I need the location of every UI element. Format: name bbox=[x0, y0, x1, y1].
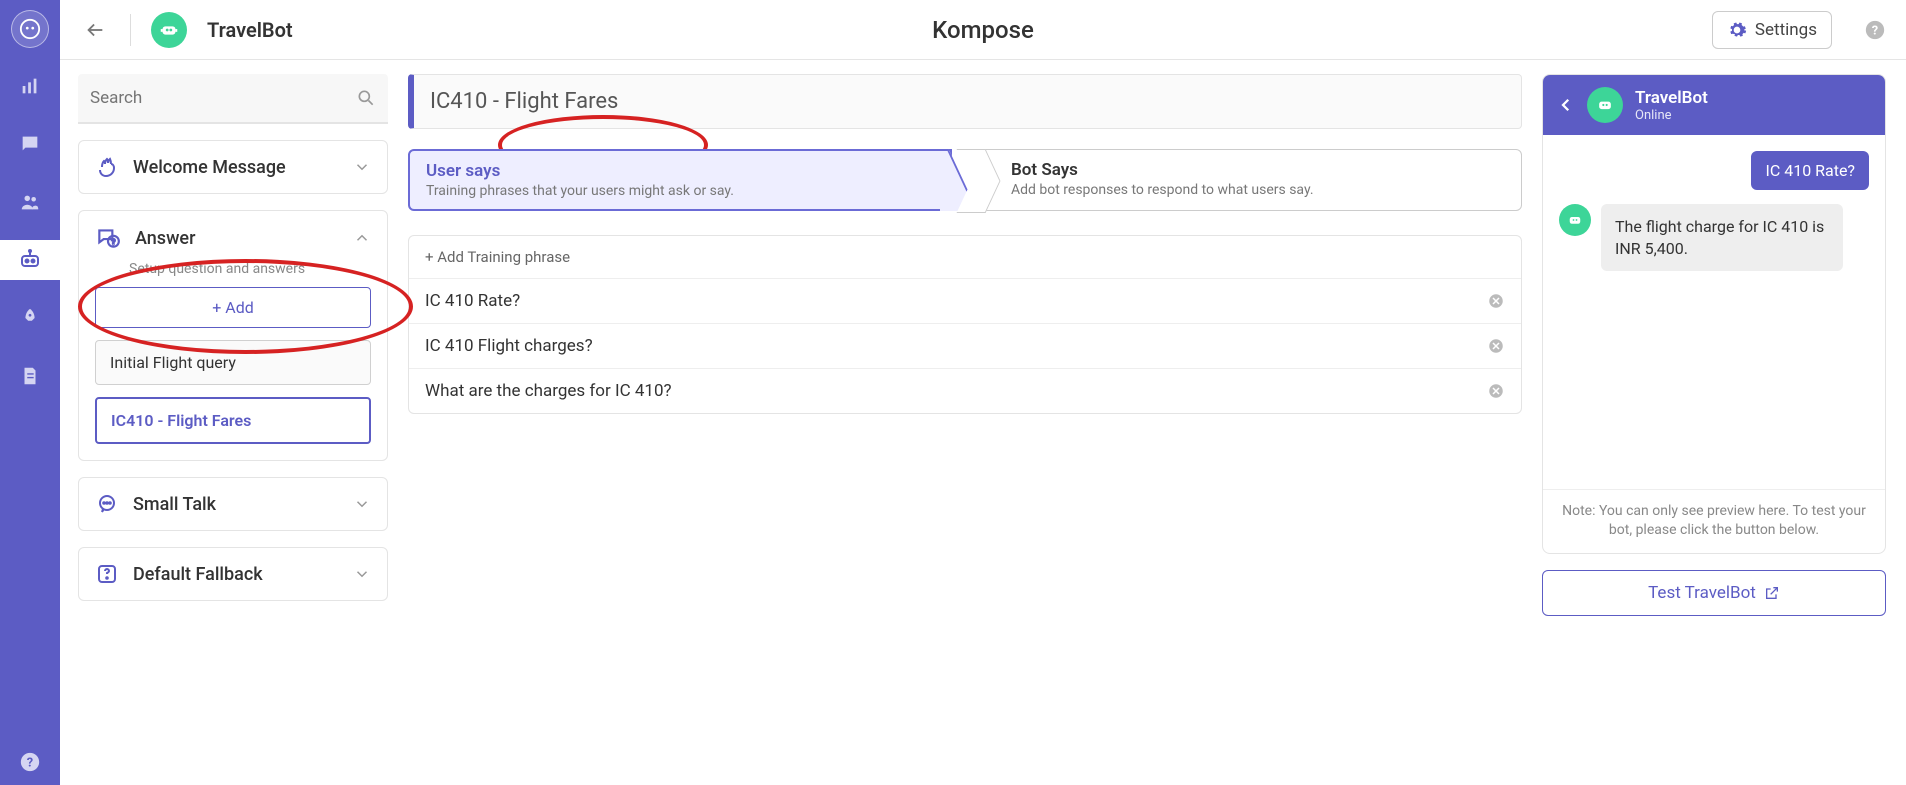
chevron-down-icon bbox=[353, 495, 371, 513]
training-text: IC 410 Rate? bbox=[425, 291, 520, 311]
delete-icon[interactable] bbox=[1487, 337, 1505, 355]
add-training-phrase[interactable]: + Add Training phrase bbox=[409, 236, 1521, 279]
intent-sidebar: Welcome Message ? Answer Setup question … bbox=[78, 74, 388, 771]
answer-card: ? Answer Setup question and answers + Ad… bbox=[78, 210, 388, 461]
chat-bot-status: Online bbox=[1635, 108, 1708, 123]
builder-panel: User says Training phrases that your use… bbox=[408, 74, 1522, 771]
bot-tab-subtitle: Add bot responses to respond to what use… bbox=[1011, 182, 1505, 198]
help-icon[interactable]: ? bbox=[1864, 19, 1886, 41]
left-nav-rail: ? bbox=[0, 0, 60, 785]
back-button[interactable] bbox=[80, 15, 110, 45]
bot-tab-title: Bot Says bbox=[1011, 160, 1505, 180]
nav-analytics[interactable] bbox=[10, 66, 50, 106]
intent-item[interactable]: Initial Flight query bbox=[95, 340, 371, 385]
svg-text:?: ? bbox=[1872, 23, 1878, 38]
chat-preview: TravelBot Online IC 410 Rate? The flight… bbox=[1542, 74, 1886, 554]
training-text: IC 410 Flight charges? bbox=[425, 336, 593, 356]
step-tabs: User says Training phrases that your use… bbox=[408, 149, 1522, 211]
wave-icon bbox=[95, 155, 119, 179]
nav-rocket[interactable] bbox=[10, 298, 50, 338]
search-icon bbox=[356, 88, 376, 108]
smalltalk-card[interactable]: Small Talk bbox=[78, 477, 388, 531]
top-bar: TravelBot Kompose Settings ? bbox=[60, 0, 1906, 60]
fallback-card[interactable]: Default Fallback bbox=[78, 547, 388, 601]
training-text: What are the charges for IC 410? bbox=[425, 381, 672, 401]
nav-doc[interactable] bbox=[10, 356, 50, 396]
training-phrases-box: + Add Training phrase IC 410 Rate? IC 41… bbox=[408, 235, 1522, 414]
search-box bbox=[78, 74, 388, 124]
answer-header[interactable]: ? Answer bbox=[79, 211, 387, 265]
chat-body: IC 410 Rate? The flight charge for IC 41… bbox=[1543, 135, 1885, 489]
test-bot-button[interactable]: Test TravelBot bbox=[1542, 570, 1886, 616]
chat-note: Note: You can only see preview here. To … bbox=[1543, 489, 1885, 553]
chat-bot-name: TravelBot bbox=[1635, 88, 1708, 108]
chat-bubble-icon bbox=[95, 492, 119, 516]
fallback-title: Default Fallback bbox=[133, 564, 263, 585]
chat-header: TravelBot Online bbox=[1543, 75, 1885, 135]
bot-says-tab[interactable]: Bot Says Add bot responses to respond to… bbox=[980, 149, 1522, 211]
intent-title-field-wrap bbox=[408, 74, 1522, 129]
search-input[interactable] bbox=[78, 74, 388, 122]
settings-label: Settings bbox=[1755, 20, 1817, 40]
delete-icon[interactable] bbox=[1487, 292, 1505, 310]
answer-title: Answer bbox=[135, 228, 195, 249]
user-tab-subtitle: Training phrases that your users might a… bbox=[426, 183, 934, 199]
answer-subtitle: Setup question and answers bbox=[129, 261, 371, 277]
chevron-up-icon bbox=[353, 229, 371, 247]
nav-people[interactable] bbox=[10, 182, 50, 222]
bot-avatar bbox=[151, 12, 187, 48]
svg-text:?: ? bbox=[27, 756, 33, 771]
user-says-tab[interactable]: User says Training phrases that your use… bbox=[408, 149, 952, 211]
chevron-down-icon bbox=[353, 158, 371, 176]
training-row[interactable]: IC 410 Flight charges? bbox=[409, 324, 1521, 369]
training-row[interactable]: What are the charges for IC 410? bbox=[409, 369, 1521, 413]
delete-icon[interactable] bbox=[1487, 382, 1505, 400]
divider bbox=[130, 14, 131, 46]
preview-panel: TravelBot Online IC 410 Rate? The flight… bbox=[1542, 74, 1886, 771]
settings-button[interactable]: Settings bbox=[1712, 11, 1832, 49]
add-intent-button[interactable]: + Add bbox=[95, 287, 371, 328]
answer-icon: ? bbox=[95, 225, 121, 251]
training-row[interactable]: IC 410 Rate? bbox=[409, 279, 1521, 324]
test-bot-label: Test TravelBot bbox=[1648, 583, 1756, 603]
intent-item-active[interactable]: IC410 - Flight Fares bbox=[95, 397, 371, 444]
external-link-icon bbox=[1764, 585, 1780, 601]
chat-bot-avatar bbox=[1587, 87, 1623, 123]
chat-back-icon[interactable] bbox=[1557, 96, 1575, 114]
welcome-title: Welcome Message bbox=[133, 157, 286, 178]
question-icon bbox=[95, 562, 119, 586]
app-logo[interactable] bbox=[11, 10, 49, 48]
smalltalk-title: Small Talk bbox=[133, 494, 216, 515]
nav-chat[interactable] bbox=[10, 124, 50, 164]
chat-user-bubble: IC 410 Rate? bbox=[1751, 151, 1869, 190]
chat-bot-mini-avatar bbox=[1559, 204, 1591, 236]
nav-help-icon[interactable]: ? bbox=[19, 751, 41, 773]
chevron-down-icon bbox=[353, 565, 371, 583]
user-tab-title: User says bbox=[426, 161, 934, 181]
nav-bot[interactable] bbox=[0, 240, 60, 280]
chat-bot-bubble: The flight charge for IC 410 is INR 5,40… bbox=[1601, 204, 1843, 271]
welcome-card[interactable]: Welcome Message bbox=[78, 140, 388, 194]
gear-icon bbox=[1727, 20, 1747, 40]
bot-name-label: TravelBot bbox=[207, 18, 293, 42]
app-title: Kompose bbox=[932, 16, 1034, 44]
intent-title-input[interactable] bbox=[414, 75, 1521, 128]
svg-text:?: ? bbox=[112, 238, 116, 247]
